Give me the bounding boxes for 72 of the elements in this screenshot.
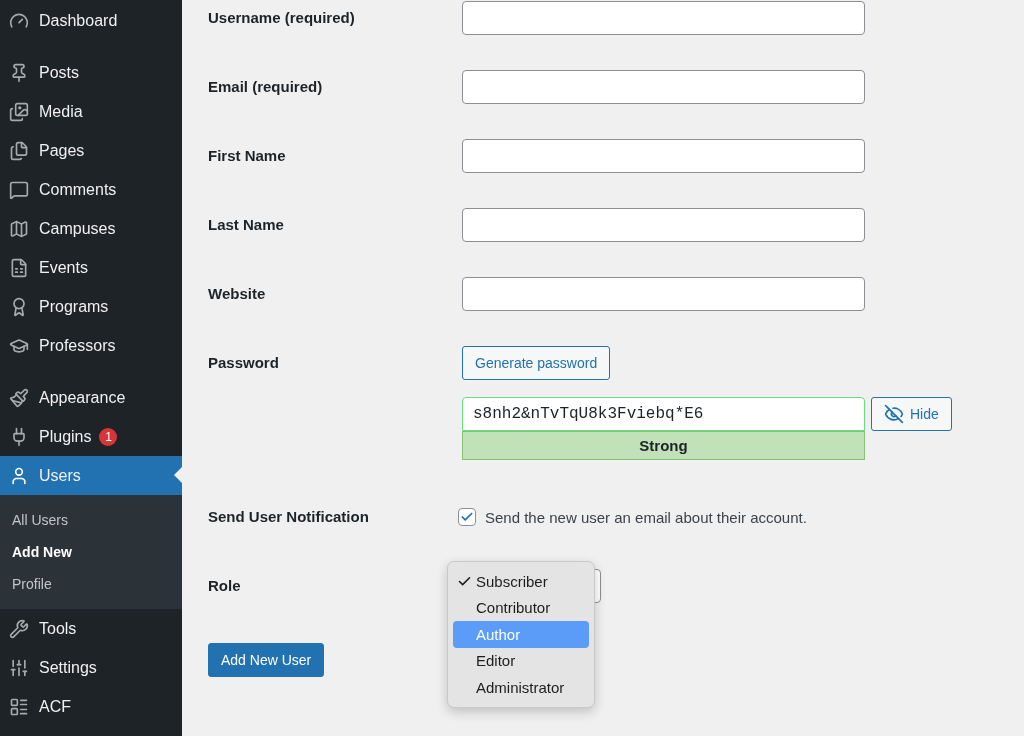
menu-icon (9, 140, 29, 161)
menu-icon (9, 218, 29, 239)
menu-label: ACF (39, 697, 71, 716)
menu-icon (9, 618, 29, 639)
text-field[interactable] (462, 277, 865, 311)
menu-icon (9, 657, 29, 678)
sidebar-menu-item[interactable]: Programs (0, 287, 182, 326)
checkbox-label: Send the new user an email about their account. (485, 508, 807, 526)
text-field[interactable] (462, 208, 865, 242)
menu-label: Tools (39, 619, 77, 638)
field-label: First Name (208, 146, 287, 166)
checkmark-icon (460, 510, 474, 524)
checkbox[interactable] (458, 508, 476, 526)
dropdown-option[interactable]: Contributor (453, 594, 589, 621)
menu-label: Comments (39, 180, 117, 199)
field-label: Website (208, 284, 267, 304)
field-label: Send User Notification (208, 507, 370, 527)
password-field[interactable]: s8nh2&nTvTqU8k3Fviebq*E6 (462, 397, 865, 431)
field-label: Role (208, 576, 242, 596)
menu-label: Professors (39, 336, 116, 355)
menu-label: Plugins (39, 427, 92, 446)
menu-icon (9, 257, 29, 278)
menu-icon (9, 696, 29, 717)
menu-label: Campuses (39, 219, 116, 238)
sidebar-menu-item[interactable]: Settings (0, 648, 182, 687)
menu-label: Programs (39, 297, 109, 316)
sidebar-menu-item[interactable]: Events (0, 248, 182, 287)
dropdown-option[interactable]: Editor (453, 647, 589, 674)
sidebar-menu-item[interactable]: ACF (0, 687, 182, 726)
update-count-badge: 1 (99, 427, 118, 446)
menu-label: Settings (39, 658, 97, 677)
menu-icon (9, 387, 29, 408)
generate-password-button[interactable]: Generate password (462, 346, 611, 380)
dropdown-option[interactable]: Subscriber (453, 568, 589, 595)
sidebar-menu-item[interactable]: Campuses (0, 209, 182, 248)
hide-password-button[interactable]: Hide (871, 397, 952, 431)
dropdown-option[interactable]: Administrator (453, 674, 589, 701)
text-field[interactable] (462, 1, 865, 35)
sidebar-menu-item[interactable]: Appearance (0, 378, 182, 417)
text-field[interactable] (462, 70, 865, 104)
menu-icon (9, 62, 29, 83)
sidebar-menu-item[interactable]: Professors (0, 326, 182, 365)
menu-label: Posts (39, 63, 79, 82)
menu-label: Appearance (39, 388, 126, 407)
menu-label: Dashboard (39, 11, 118, 30)
submenu-item[interactable]: Add New (0, 536, 182, 568)
sidebar-menu-item[interactable]: Comments (0, 170, 182, 209)
text-field[interactable] (462, 139, 865, 173)
menu-icon (9, 101, 29, 122)
sidebar-menu-item[interactable]: Plugins 1 (0, 417, 182, 456)
menu-label: Pages (39, 141, 85, 160)
sidebar-menu-item[interactable]: Dashboard (0, 1, 182, 40)
sidebar-menu-item[interactable]: Pages (0, 131, 182, 170)
menu-icon (9, 179, 29, 200)
field-label: Email (required) (208, 77, 324, 97)
sidebar-menu-item[interactable]: Media (0, 92, 182, 131)
menu-icon (9, 465, 29, 486)
field-label: Password (208, 353, 280, 373)
sidebar-menu-item[interactable]: Posts (0, 53, 182, 92)
submenu-item[interactable]: Profile (0, 568, 182, 600)
eye-slash-icon (884, 404, 904, 424)
menu-label: Users (39, 466, 81, 485)
field-label: Username (required) (208, 8, 356, 28)
current-menu-pointer (174, 467, 182, 483)
submenu-item[interactable]: All Users (0, 504, 182, 536)
menu-label: Media (39, 102, 83, 121)
field-label: Last Name (208, 215, 285, 235)
menu-label: Events (39, 258, 88, 277)
add-new-user-button[interactable]: Add New User (208, 643, 325, 677)
sidebar-menu-item[interactable]: Users (0, 456, 182, 495)
sidebar-menu-item[interactable]: Tools (0, 609, 182, 648)
password-strength-meter: Strong (462, 431, 865, 460)
